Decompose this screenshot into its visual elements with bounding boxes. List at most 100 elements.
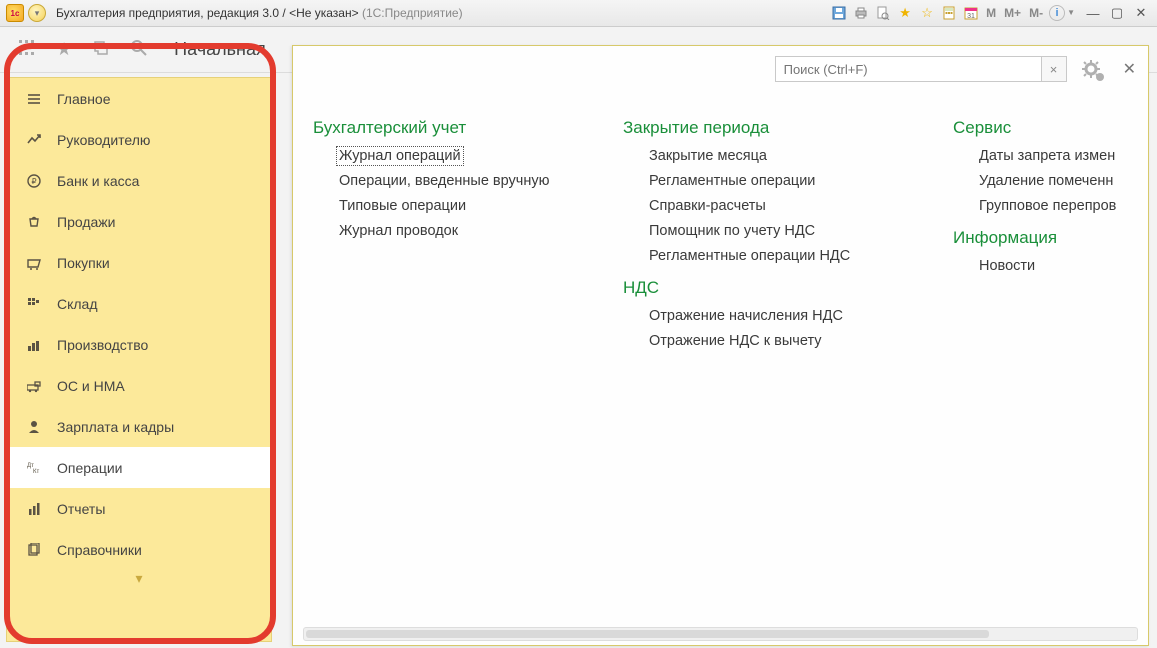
sidebar-item-label: ОС и НМА <box>57 378 125 394</box>
sidebar-item-label: Продажи <box>57 214 115 230</box>
favorites-icon[interactable]: ☆ <box>918 4 936 22</box>
sidebar-item-8[interactable]: Зарплата и кадры <box>7 406 271 447</box>
info-icon[interactable]: i <box>1049 5 1065 21</box>
svg-text:₽: ₽ <box>31 177 36 186</box>
section-sidebar: Главное Руководителю ₽ Банк и касса Продажи П… <box>6 77 272 642</box>
section-title: Закрытие периода <box>623 118 923 138</box>
section-title: Сервис <box>953 118 1148 138</box>
sidebar-item-label: Производство <box>57 337 148 353</box>
section-links: Журнал операций Операции, введенные вручн… <box>313 148 593 239</box>
search-icon[interactable] <box>130 39 148 60</box>
window-title: Бухгалтерия предприятия, редакция 3.0 / … <box>56 6 463 20</box>
sidebar-item-11[interactable]: Справочники <box>7 529 271 570</box>
sidebar-item-3[interactable]: Продажи <box>7 201 271 242</box>
sidebar-icon <box>27 379 43 393</box>
sidebar-item-4[interactable]: Покупки <box>7 242 271 283</box>
sidebar-icon <box>27 338 43 352</box>
page-title: Начальная <box>166 39 266 60</box>
sidebar-item-label: Покупки <box>57 255 110 271</box>
sidebar-item-0[interactable]: Главное <box>7 78 271 119</box>
info-dropdown-icon[interactable]: ▼ <box>1067 8 1075 17</box>
sidebar-item-1[interactable]: Руководителю <box>7 119 271 160</box>
menu-link[interactable]: Журнал проводок <box>339 223 458 239</box>
settings-gear-icon[interactable] <box>1081 59 1101 79</box>
sidebar-item-label: Главное <box>57 91 111 107</box>
calculator-icon[interactable] <box>940 4 958 22</box>
app-logo-icon: 1c <box>6 4 24 22</box>
menu-link[interactable]: Даты запрета измен <box>979 148 1115 164</box>
window-title-main: Бухгалтерия предприятия, редакция 3.0 / … <box>56 6 359 20</box>
menu-link[interactable]: Новости <box>979 258 1035 274</box>
sidebar-item-9[interactable]: ДтКт Операции <box>7 447 271 488</box>
sidebar-icon: ₽ <box>27 174 43 188</box>
operations-flyout-panel: × ✕ Бухгалтерский учет Журнал операций Опе… <box>292 45 1149 646</box>
section-title: Бухгалтерский учет <box>313 118 593 138</box>
sidebar-icon <box>27 420 43 434</box>
preview-icon[interactable] <box>874 4 892 22</box>
section-links: Закрытие месяца Регламентные операции Спра… <box>623 148 923 264</box>
menu-link[interactable]: Регламентные операции <box>649 173 815 189</box>
flyout-column: Бухгалтерский учет Журнал операций Операци… <box>313 104 593 627</box>
sidebar-icon <box>27 92 43 106</box>
maximize-button[interactable]: ▢ <box>1107 4 1127 22</box>
memory-m-button[interactable]: M <box>984 4 998 22</box>
section-title: Информация <box>953 228 1148 248</box>
sidebar-item-10[interactable]: Отчеты <box>7 488 271 529</box>
section-title: НДС <box>623 278 923 298</box>
sidebar-icon <box>27 543 43 557</box>
flyout-column: Сервис Даты запрета измен Удаление помечен… <box>953 104 1148 627</box>
close-button[interactable]: ✕ <box>1131 4 1151 22</box>
system-menu-dropdown[interactable]: ▾ <box>28 4 46 22</box>
horizontal-scrollbar[interactable] <box>303 627 1138 641</box>
memory-mplus-button[interactable]: M+ <box>1002 4 1023 22</box>
print-icon[interactable] <box>852 4 870 22</box>
sidebar-expand-icon[interactable]: ▾ <box>7 570 271 590</box>
section-links: Новости <box>953 258 1148 274</box>
menu-link[interactable]: Справки-расчеты <box>649 198 766 214</box>
sidebar-item-label: Банк и касса <box>57 173 139 189</box>
sidebar-icon <box>27 215 43 229</box>
menu-link[interactable]: Удаление помеченн <box>979 173 1113 189</box>
sidebar-item-5[interactable]: Склад <box>7 283 271 324</box>
menu-link[interactable]: Групповое перепров <box>979 198 1116 214</box>
sidebar-item-label: Отчеты <box>57 501 105 517</box>
star-icon[interactable]: ★ <box>56 39 72 60</box>
menu-link[interactable]: Закрытие месяца <box>649 148 767 164</box>
svg-text:Кт: Кт <box>33 469 39 474</box>
flyout-close-button[interactable]: ✕ <box>1123 59 1136 79</box>
save-icon[interactable] <box>830 4 848 22</box>
search-input[interactable] <box>775 56 1041 82</box>
sidebar-item-label: Склад <box>57 296 98 312</box>
section-links: Даты запрета измен Удаление помеченн Групп… <box>953 148 1148 214</box>
sidebar-item-2[interactable]: ₽ Банк и касса <box>7 160 271 201</box>
section-links: Отражение начисления НДС Отражение НДС к … <box>623 308 923 349</box>
menu-link[interactable]: Операции, введенные вручную <box>339 173 549 189</box>
search-box: × <box>775 56 1067 82</box>
apps-grid-icon[interactable] <box>18 39 36 60</box>
minimize-button[interactable]: — <box>1083 4 1103 22</box>
sidebar-icon <box>27 133 43 147</box>
menu-link[interactable]: Помощник по учету НДС <box>649 223 815 239</box>
sidebar-item-label: Операции <box>57 460 123 476</box>
memory-mminus-button[interactable]: M- <box>1027 4 1045 22</box>
window-title-suffix: (1С:Предприятие) <box>362 6 463 20</box>
menu-link[interactable]: Регламентные операции НДС <box>649 248 850 264</box>
menu-link[interactable]: Отражение начисления НДС <box>649 308 843 324</box>
search-clear-button[interactable]: × <box>1041 56 1067 82</box>
sidebar-item-label: Руководителю <box>57 132 150 148</box>
svg-text:31: 31 <box>967 13 975 20</box>
sidebar-icon <box>27 297 43 311</box>
sidebar-icon: ДтКт <box>27 462 43 474</box>
menu-link[interactable]: Журнал операций <box>336 146 464 166</box>
menu-link[interactable]: Типовые операции <box>339 198 466 214</box>
history-icon[interactable] <box>92 39 110 60</box>
sidebar-item-6[interactable]: Производство <box>7 324 271 365</box>
sidebar-item-7[interactable]: ОС и НМА <box>7 365 271 406</box>
sidebar-icon <box>27 502 43 516</box>
favorite-add-icon[interactable]: ★ <box>896 4 914 22</box>
window-titlebar: 1c ▾ Бухгалтерия предприятия, редакция 3… <box>0 0 1157 27</box>
calendar-icon[interactable]: 31 <box>962 4 980 22</box>
menu-link[interactable]: Отражение НДС к вычету <box>649 333 822 349</box>
flyout-column: Закрытие периода Закрытие месяца Регламент… <box>623 104 923 627</box>
sidebar-item-label: Зарплата и кадры <box>57 419 174 435</box>
